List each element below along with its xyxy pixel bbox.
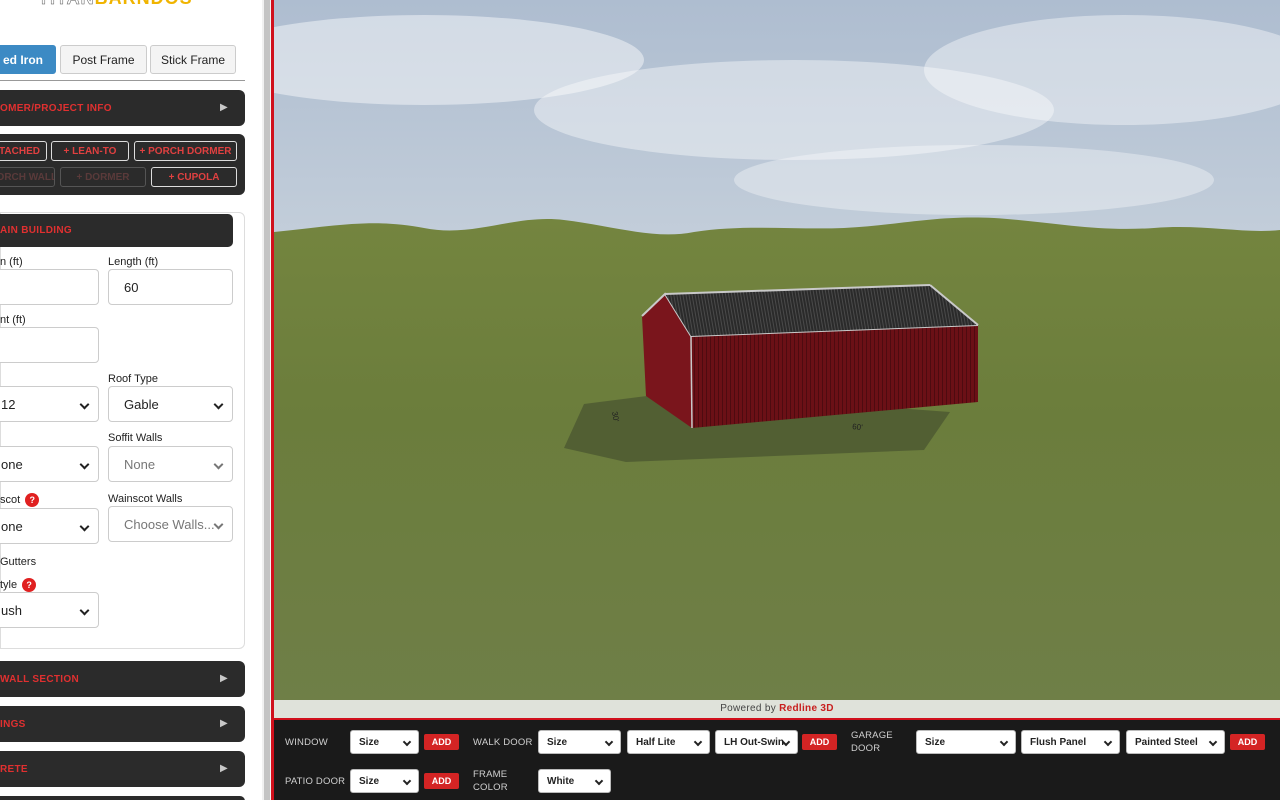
- concrete-panel[interactable]: RETE ▶: [0, 751, 245, 787]
- add-patio-door-button[interactable]: ADD: [424, 773, 459, 789]
- chevron-right-icon: ▶: [220, 102, 228, 113]
- tab-red-iron[interactable]: ed Iron: [0, 45, 56, 74]
- wainscot-select[interactable]: one: [0, 508, 99, 544]
- garage-door-material-select[interactable]: Painted Steel: [1126, 730, 1225, 754]
- chevron-right-icon: ▶: [220, 673, 228, 684]
- frame-color-label: FRAME COLOR: [473, 769, 508, 793]
- add-garage-door-button[interactable]: ADD: [1230, 734, 1265, 750]
- walk-door-style-select[interactable]: Half Lite: [627, 730, 710, 754]
- concrete-title: RETE: [0, 764, 28, 775]
- soffit-walls-label: Soffit Walls: [108, 432, 163, 444]
- garage-door-label: GARAGE DOOR: [851, 730, 893, 754]
- soffit-walls-select[interactable]: None: [108, 446, 233, 482]
- tab-post-frame[interactable]: Post Frame: [60, 45, 147, 74]
- corner-trim: [690, 335, 693, 429]
- openings-title: INGS: [0, 719, 26, 730]
- frame-color-select[interactable]: White: [538, 769, 611, 793]
- patio-door-size-select[interactable]: Size: [350, 769, 419, 793]
- openings-panel[interactable]: INGS ▶: [0, 706, 245, 742]
- add-porch-wall-button[interactable]: PORCH WALL: [0, 167, 55, 187]
- 3d-viewport[interactable]: 60' 30': [274, 0, 1280, 718]
- roof-type-label: Roof Type: [108, 373, 158, 385]
- add-walk-door-button[interactable]: ADD: [802, 734, 837, 750]
- customer-info-panel[interactable]: OMER/PROJECT INFO ▶: [0, 90, 245, 126]
- powered-by-footer: Powered by Redline 3D: [274, 700, 1280, 718]
- add-lean-to-button[interactable]: + LEAN-TO: [51, 141, 129, 161]
- trim-style-label: tyle?: [0, 578, 37, 592]
- tab-stick-frame[interactable]: Stick Frame: [150, 45, 236, 74]
- overhang-select[interactable]: one: [0, 446, 99, 482]
- gutters-label[interactable]: Gutters: [0, 556, 36, 568]
- dimension-label: 30': [610, 411, 621, 423]
- wall-section-title: WALL SECTION: [0, 674, 79, 685]
- width-label: n (ft): [0, 256, 23, 268]
- wainscot-walls-label: Wainscot Walls: [108, 493, 183, 505]
- main-building-title: AIN BUILDING: [0, 225, 72, 236]
- patio-door-label: PATIO DOOR: [285, 776, 346, 787]
- window-label: WINDOW: [285, 737, 328, 748]
- roof-pitch-select[interactable]: 12: [0, 386, 99, 422]
- add-dormer-button[interactable]: + DORMER: [60, 167, 146, 187]
- tabs-divider: [0, 80, 245, 81]
- next-panel[interactable]: [0, 796, 245, 800]
- 3d-scene[interactable]: 60' 30': [274, 0, 1280, 718]
- window-size-select[interactable]: Size: [350, 730, 419, 754]
- walk-door-size-select[interactable]: Size: [538, 730, 621, 754]
- trim-style-select[interactable]: ush: [0, 592, 99, 628]
- length-label: Length (ft): [108, 256, 159, 268]
- walk-door-label: WALK DOOR: [473, 737, 533, 748]
- length-input[interactable]: 60: [108, 269, 233, 305]
- walk-door-swing-select[interactable]: LH Out-Swin: [715, 730, 798, 754]
- roof-type-select[interactable]: Gable: [108, 386, 233, 422]
- help-icon[interactable]: ?: [25, 493, 40, 507]
- wainscot-walls-select[interactable]: Choose Walls...: [108, 506, 233, 542]
- help-icon[interactable]: ?: [22, 578, 37, 592]
- width-input[interactable]: [0, 269, 99, 305]
- openings-toolbar: WINDOW Size ADD WALK DOOR Size Half Lite…: [274, 720, 1280, 800]
- add-porch-dormer-button[interactable]: + PORCH DORMER: [134, 141, 237, 161]
- garage-door-size-select[interactable]: Size: [916, 730, 1016, 754]
- add-attached-button[interactable]: TACHED: [0, 141, 47, 161]
- customer-info-title: OMER/PROJECT INFO: [0, 103, 112, 114]
- redline-link[interactable]: Redline 3D: [779, 703, 834, 714]
- height-input[interactable]: [0, 327, 99, 363]
- add-cupola-button[interactable]: + CUPOLA: [151, 167, 237, 187]
- main-building-header[interactable]: AIN BUILDING: [0, 214, 233, 247]
- cloud: [734, 145, 1214, 215]
- config-sidebar: TITANBARNDOS ed Iron Post Frame Stick Fr…: [0, 0, 262, 800]
- wall-section-panel[interactable]: WALL SECTION ▶: [0, 661, 245, 697]
- wainscot-label: scot?: [0, 493, 40, 507]
- app-root: TITANBARNDOS ed Iron Post Frame Stick Fr…: [0, 0, 1280, 800]
- height-label: nt (ft): [0, 314, 26, 326]
- sidebar-scrollbar-thumb[interactable]: [264, 0, 270, 800]
- dimension-label: 60': [852, 422, 864, 432]
- chevron-right-icon: ▶: [220, 718, 228, 729]
- add-structures-panel: TACHED + LEAN-TO + PORCH DORMER PORCH WA…: [0, 134, 245, 195]
- brand-logo: TITANBARNDOS: [38, 0, 193, 9]
- add-window-button[interactable]: ADD: [424, 734, 459, 750]
- garage-door-panel-select[interactable]: Flush Panel: [1021, 730, 1120, 754]
- chevron-right-icon: ▶: [220, 763, 228, 774]
